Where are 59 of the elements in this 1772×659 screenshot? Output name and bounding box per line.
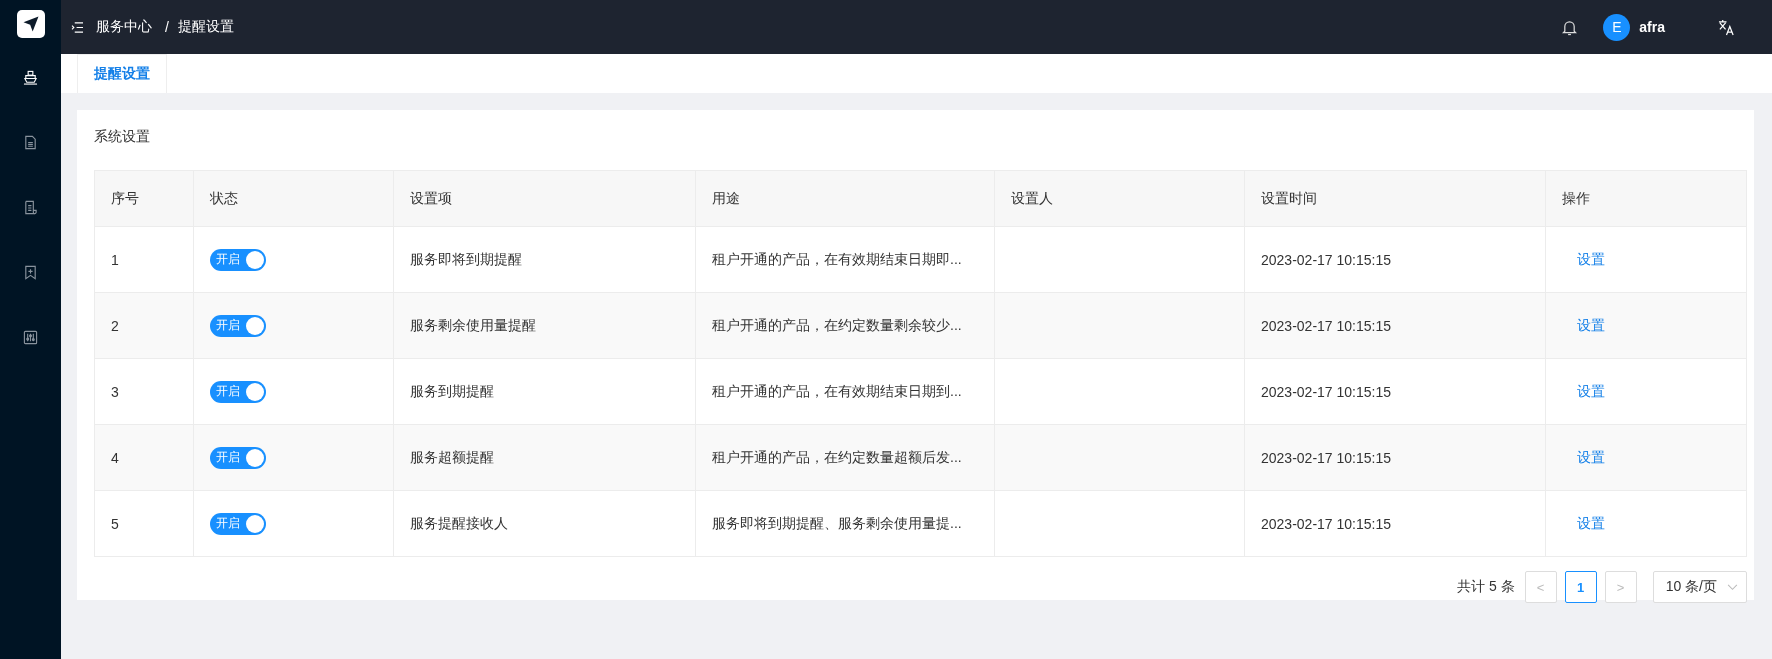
status-switch[interactable]: 开启 [210, 446, 266, 469]
tab[interactable]: 提醒设置 [77, 54, 167, 93]
column-header: 序号 [94, 170, 194, 227]
bell-icon[interactable] [1562, 18, 1578, 36]
ship-icon [23, 69, 38, 85]
settings-link[interactable]: 设置 [1577, 316, 1605, 333]
settings-link[interactable]: 设置 [1577, 382, 1605, 399]
column-header: 状态 [193, 170, 394, 227]
table-cell: 3 [94, 358, 194, 425]
next-page-button[interactable]: > [1604, 571, 1637, 603]
table-cell: 2 [94, 292, 194, 359]
table-cell: 2023-02-17 10:15:15 [1244, 292, 1546, 359]
settings-link[interactable]: 设置 [1577, 250, 1605, 267]
breadcrumb-link[interactable]: 服务中心 [96, 18, 152, 36]
table-cell: 2023-02-17 10:15:15 [1244, 358, 1546, 425]
table-cell: 2023-02-17 10:15:15 [1244, 490, 1546, 557]
table-cell: 租户开通的产品，在约定数量剩余较少... [695, 292, 995, 359]
column-header: 设置时间 [1244, 170, 1546, 227]
table-cell: 服务即将到期提醒、服务剩余使用量提... [695, 490, 995, 557]
settings-link[interactable]: 设置 [1577, 514, 1605, 531]
table-cell: 5 [94, 490, 194, 557]
table-cell: 2023-02-17 10:15:15 [1244, 424, 1546, 491]
total-count: 共计 5 条 [1457, 578, 1515, 596]
status-switch[interactable]: 开启 [210, 380, 266, 403]
card-title: 系统设置 [94, 128, 151, 146]
column-header: 用途 [695, 170, 995, 227]
status-switch[interactable]: 开启 [210, 248, 266, 271]
user-name[interactable]: afra [1639, 19, 1665, 35]
user-avatar[interactable]: E [1603, 13, 1631, 41]
table-cell: 服务剩余使用量提醒 [393, 292, 696, 359]
table-cell: 4 [94, 424, 194, 491]
settings-link[interactable]: 设置 [1577, 448, 1605, 465]
sliders-icon [23, 329, 38, 345]
table-cell: 租户开通的产品，在有效期结束日期到... [695, 358, 995, 425]
logo-icon[interactable] [16, 10, 45, 38]
status-switch[interactable]: 开启 [210, 314, 266, 337]
chevron-down-icon [1727, 583, 1738, 591]
table-cell: 服务到期提醒 [393, 358, 696, 425]
table-cell: 服务提醒接收人 [393, 490, 696, 557]
page-button[interactable]: 1 [1564, 571, 1597, 603]
menu-fold-icon[interactable] [71, 21, 84, 33]
status-switch[interactable]: 开启 [210, 512, 266, 535]
column-header: 设置项 [393, 170, 696, 227]
table-cell: 1 [94, 226, 194, 293]
column-header: 操作 [1545, 170, 1747, 227]
table-cell: 租户开通的产品，在有效期结束日期即... [695, 226, 995, 293]
translate-icon[interactable] [1718, 18, 1735, 36]
column-header: 设置人 [994, 170, 1245, 227]
bookmark-icon [23, 264, 38, 280]
previous-page-button[interactable]: < [1524, 571, 1557, 603]
table-cell: 2023-02-17 10:15:15 [1244, 226, 1546, 293]
table-cell: 服务超额提醒 [393, 424, 696, 491]
breadcrumb-current: 提醒设置 [177, 18, 234, 36]
table-cell: 租户开通的产品，在约定数量超额后发... [695, 424, 995, 491]
page-size-select[interactable]: 10 条/页 [1652, 571, 1747, 603]
document-icon [23, 134, 38, 150]
table-cell: 服务即将到期提醒 [393, 226, 696, 293]
breadcrumb-separator: / [165, 19, 169, 35]
scroll-icon [23, 199, 38, 215]
